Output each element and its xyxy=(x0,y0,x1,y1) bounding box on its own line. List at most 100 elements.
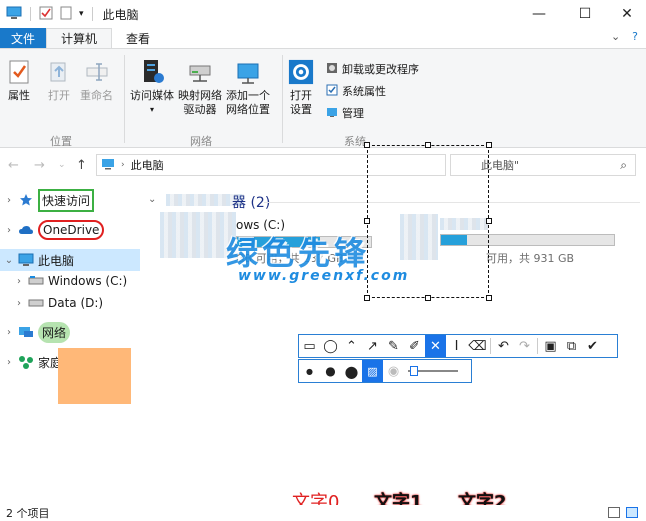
system-properties-button[interactable]: 系统属性 xyxy=(326,83,386,99)
sidebar-item-quick-access[interactable]: › 快速访问 xyxy=(0,188,140,212)
properties-quick-icon[interactable] xyxy=(39,6,53,23)
open-button[interactable]: 打开 xyxy=(46,57,72,103)
title-bar: ▾ 此电脑 — ☐ ✕ xyxy=(0,0,646,28)
text-icon[interactable]: I xyxy=(446,335,467,357)
window-title: 此电脑 xyxy=(102,7,139,22)
chevron-right-icon[interactable]: › xyxy=(12,276,26,287)
rename-icon xyxy=(84,57,110,87)
separator xyxy=(124,55,125,143)
map-network-drive-button[interactable]: 映射网络 驱动器 xyxy=(178,57,222,117)
chevron-right-icon[interactable]: › xyxy=(2,195,16,206)
add-network-location-button[interactable]: 添加一个 网络位置 xyxy=(226,57,270,117)
chevron-down-icon[interactable]: ⌄ xyxy=(611,30,620,43)
save-icon[interactable]: ▣ xyxy=(540,335,561,357)
sidebar-item-label: 此电脑 xyxy=(38,253,75,268)
capture-selection[interactable] xyxy=(364,142,492,301)
highlighter-icon[interactable]: ✐ xyxy=(404,335,425,357)
redo-icon[interactable]: ↷ xyxy=(514,335,535,357)
access-media-button[interactable]: 访问媒体 ▾ xyxy=(130,57,174,117)
tab-file[interactable]: 文件 xyxy=(0,28,46,48)
resize-handle[interactable] xyxy=(364,295,370,301)
chevron-down-icon[interactable]: ⌄ xyxy=(58,160,66,170)
resize-handle[interactable] xyxy=(364,218,370,224)
sidebar-item-data-d[interactable]: › Data (D:) xyxy=(10,292,140,314)
computer-icon xyxy=(18,253,34,267)
open-settings-button[interactable]: 打开 设置 xyxy=(288,57,314,117)
tab-view[interactable]: 查看 xyxy=(112,28,164,48)
polyline-icon[interactable]: ⌃ xyxy=(341,335,362,357)
separator xyxy=(30,7,31,21)
tiles-view-icon[interactable] xyxy=(626,507,638,518)
ellipse-icon[interactable]: ◯ xyxy=(320,335,341,357)
resize-handle[interactable] xyxy=(425,295,431,301)
media-server-icon xyxy=(139,57,165,87)
undo-icon[interactable]: ↶ xyxy=(493,335,514,357)
rectangle-icon[interactable]: ▭ xyxy=(299,335,320,357)
resize-handle[interactable] xyxy=(486,142,492,148)
manage-button[interactable]: 管理 xyxy=(326,105,364,121)
gear-icon xyxy=(288,57,314,87)
size-medium-icon[interactable]: ● xyxy=(320,360,341,382)
sidebar-item-network[interactable]: › 网络 xyxy=(0,321,140,343)
resize-handle[interactable] xyxy=(425,142,431,148)
properties-icon xyxy=(6,57,32,87)
pen-icon[interactable]: ✎ xyxy=(383,335,404,357)
chevron-down-icon: ▾ xyxy=(149,105,154,114)
copy-icon[interactable]: ⧉ xyxy=(561,335,582,357)
mosaic-icon[interactable]: ✕ xyxy=(425,335,446,357)
minimize-button[interactable]: — xyxy=(516,0,562,28)
close-button[interactable]: ✕ xyxy=(604,0,646,28)
sidebar-item-label: Data (D:) xyxy=(48,296,104,310)
search-icon[interactable]: ⌕ xyxy=(620,158,627,173)
separator xyxy=(282,55,283,143)
sidebar-item-label: 网络 xyxy=(38,321,71,343)
network-icon xyxy=(18,325,34,339)
resize-handle[interactable] xyxy=(486,218,492,224)
annotation-toolbar: ▭ ◯ ⌃ ↗ ✎ ✐ ✕ I ⌫ ↶ ↷ ▣ ⧉ ✔ xyxy=(298,334,618,358)
size-large-icon[interactable]: ● xyxy=(341,360,362,382)
resize-handle[interactable] xyxy=(364,142,370,148)
confirm-icon[interactable]: ✔ xyxy=(582,335,603,357)
uninstall-program-button[interactable]: 卸载或更改程序 xyxy=(326,61,419,77)
up-arrow-icon[interactable]: ↑ xyxy=(76,158,87,173)
resize-handle[interactable] xyxy=(486,295,492,301)
chevron-right-icon[interactable]: › xyxy=(2,327,16,338)
mosaic-options-toolbar: ● ● ● ▨ ◉ xyxy=(298,359,472,383)
size-small-icon[interactable]: ● xyxy=(299,360,320,382)
arrow-icon[interactable]: ↗ xyxy=(362,335,383,357)
mosaic-pattern-icon[interactable]: ▨ xyxy=(362,360,383,382)
status-bar: 2 个项目 xyxy=(0,505,646,521)
chevron-right-icon[interactable]: › xyxy=(2,225,16,236)
chevron-right-icon[interactable]: › xyxy=(2,357,16,368)
new-folder-quick-icon[interactable] xyxy=(59,6,73,23)
chevron-right-icon[interactable]: › xyxy=(12,298,26,309)
details-view-icon[interactable] xyxy=(608,507,620,518)
forward-arrow-icon[interactable]: → xyxy=(34,158,45,173)
back-arrow-icon[interactable]: ← xyxy=(8,158,19,173)
slider-thumb[interactable] xyxy=(410,366,418,376)
maximize-button[interactable]: ☐ xyxy=(562,0,608,28)
address-path: 此电脑 xyxy=(130,159,164,172)
sidebar-item-this-pc[interactable]: ⌄ 此电脑 xyxy=(0,249,140,271)
group-label-location: 位置 xyxy=(50,135,72,148)
status-item-count: 2 个项目 xyxy=(6,507,50,520)
separator xyxy=(537,338,538,354)
drive-icon xyxy=(28,296,44,310)
drive-d-free-text: 可用，共 931 GB xyxy=(486,252,575,265)
cloud-icon xyxy=(18,223,34,237)
chevron-down-icon[interactable]: ▾ xyxy=(79,9,84,19)
chevron-down-icon[interactable]: ⌄ xyxy=(148,194,156,205)
group-label-network: 网络 xyxy=(190,135,212,148)
help-icon[interactable]: ? xyxy=(632,30,638,43)
sidebar-item-windows-c[interactable]: › Windows (C:) xyxy=(10,270,140,292)
star-icon xyxy=(18,193,34,207)
chevron-down-icon[interactable]: ⌄ xyxy=(2,255,16,266)
sidebar-item-onedrive[interactable]: › OneDrive xyxy=(0,219,140,241)
properties-button[interactable]: 属性 xyxy=(6,57,32,103)
blur-icon[interactable]: ◉ xyxy=(383,360,404,382)
rename-button[interactable]: 重命名 xyxy=(80,57,113,103)
tab-computer[interactable]: 计算机 xyxy=(46,28,113,48)
eraser-icon[interactable]: ⌫ xyxy=(467,335,488,357)
intensity-slider[interactable] xyxy=(408,360,460,382)
separator xyxy=(490,338,491,354)
